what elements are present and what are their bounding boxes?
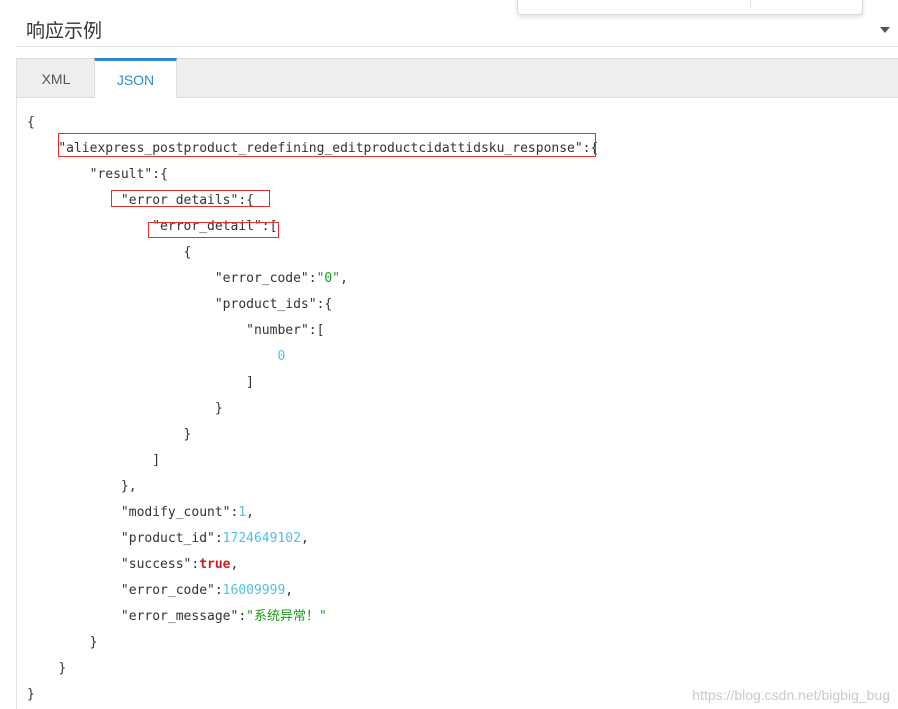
code-token: "0" <box>316 271 341 286</box>
code-line: "error_details":{ <box>27 188 598 214</box>
watermark: https://blog.csdn.net/bigbig_bug <box>692 687 890 703</box>
section-title: 响应示例 <box>26 20 103 42</box>
code-line: "error_message":"系统异常！" <box>27 604 598 630</box>
code-line: ] <box>27 448 598 474</box>
code-line: } <box>27 630 598 656</box>
code-token: "product_id": <box>120 531 223 546</box>
code-line: "result":{ <box>27 162 598 188</box>
code-token: "number":[ <box>246 323 325 338</box>
code-line: } <box>27 656 598 682</box>
code-token: "error_code": <box>120 583 223 598</box>
code-line: "number":[ <box>27 318 598 344</box>
code-token: "error_detail":[ <box>152 219 278 234</box>
code-token: } <box>27 687 35 702</box>
code-token: } <box>214 401 223 416</box>
code-token: 16009999 <box>222 583 286 598</box>
code-line: "modify_count":1, <box>27 500 598 526</box>
code-token: } <box>58 661 67 676</box>
code-line: "error_code":16009999, <box>27 578 598 604</box>
json-code-block: { "aliexpress_postproduct_redefining_edi… <box>27 110 598 708</box>
code-token: , <box>246 505 254 520</box>
tab-json[interactable]: JSON <box>94 58 177 98</box>
code-token: , <box>230 557 239 572</box>
page: 响应示例 XML JSON { "aliexpress_postproduct_… <box>0 0 898 709</box>
code-line: "success":true, <box>27 552 598 578</box>
code-token: ] <box>246 375 254 390</box>
code-token: } <box>183 427 192 442</box>
code-token: { <box>183 245 192 260</box>
tab-xml[interactable]: XML <box>17 59 95 98</box>
chevron-down-icon[interactable] <box>880 27 890 33</box>
code-token: "error_message": <box>120 609 247 624</box>
code-token: , <box>340 271 348 286</box>
code-line: ] <box>27 370 598 396</box>
code-token: , <box>300 531 309 546</box>
code-line: { <box>27 110 598 136</box>
code-line: }, <box>27 474 598 500</box>
code-token: "系统异常！" <box>246 609 327 624</box>
code-line: "product_id":1724649102, <box>27 526 598 552</box>
code-line: "error_code":"0", <box>27 266 598 292</box>
code-line: { <box>27 240 598 266</box>
code-token: "product_ids":{ <box>214 297 333 312</box>
code-token: }, <box>120 479 137 494</box>
format-tab-bar: XML JSON <box>16 58 898 98</box>
popup-divider <box>750 0 751 8</box>
json-response-panel: { "aliexpress_postproduct_redefining_edi… <box>16 98 898 709</box>
code-line: } <box>27 396 598 422</box>
code-token: , <box>285 583 294 598</box>
code-token: "modify_count": <box>120 505 239 520</box>
code-token: "aliexpress_postproduct_redefining_editp… <box>58 141 599 156</box>
code-line: } <box>27 682 598 708</box>
code-token: 0 <box>277 349 286 364</box>
code-token: "error_details":{ <box>120 193 254 208</box>
code-token: } <box>89 635 98 650</box>
code-token: true <box>199 557 231 572</box>
code-line: "product_ids":{ <box>27 292 598 318</box>
code-token: 1724649102 <box>222 531 301 546</box>
code-line: "error_detail":[ <box>27 214 598 240</box>
code-token: "success": <box>120 557 200 572</box>
code-token: { <box>27 115 35 130</box>
code-line: 0 <box>27 344 598 370</box>
code-line: "aliexpress_postproduct_redefining_editp… <box>27 136 598 162</box>
code-token: ] <box>152 453 161 468</box>
code-token: "result":{ <box>89 167 168 182</box>
code-line: } <box>27 422 598 448</box>
section-header[interactable]: 响应示例 <box>16 12 898 47</box>
code-token: "error_code": <box>214 271 317 286</box>
code-token: 1 <box>238 505 247 520</box>
